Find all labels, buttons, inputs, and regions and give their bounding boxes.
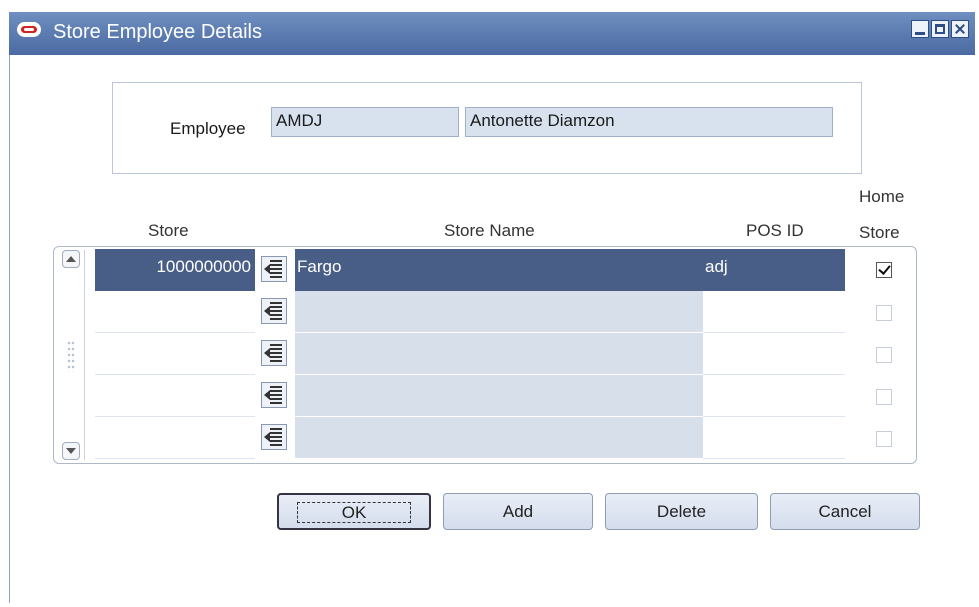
pos-id-cell[interactable] — [703, 375, 845, 417]
table-row[interactable] — [95, 291, 845, 333]
scroll-down-button[interactable] — [62, 442, 80, 460]
store-name-cell — [295, 333, 703, 375]
list-of-values-button[interactable] — [261, 340, 287, 366]
cancel-button[interactable]: Cancel — [770, 493, 920, 530]
home-store-checkbox[interactable] — [876, 347, 892, 363]
lov-list-icon — [270, 386, 282, 404]
window-title: Store Employee Details — [53, 21, 262, 43]
lov-list-icon — [270, 428, 282, 446]
employee-id-field: AMDJ — [271, 107, 459, 137]
list-of-values-button[interactable] — [261, 298, 287, 324]
lov-list-icon — [270, 302, 282, 320]
list-of-values-button[interactable] — [261, 424, 287, 450]
employee-label: Employee — [170, 119, 246, 138]
store-cell[interactable]: 1000000000 — [95, 249, 255, 291]
pos-id-cell[interactable] — [703, 333, 845, 375]
store-name-cell — [295, 417, 703, 459]
store-cell[interactable] — [95, 291, 255, 333]
add-button[interactable]: Add — [443, 493, 593, 530]
column-header-store-name: Store Name — [444, 221, 535, 240]
employee-name-field: Antonette Diamzon — [465, 107, 833, 137]
ok-button-label: OK — [296, 502, 412, 523]
store-name-cell — [295, 291, 703, 333]
table-row[interactable] — [95, 333, 845, 375]
delete-button[interactable]: Delete — [605, 493, 758, 530]
table-row[interactable] — [95, 417, 845, 459]
close-button[interactable] — [951, 20, 969, 38]
pos-id-cell[interactable] — [703, 291, 845, 333]
home-store-checkbox[interactable] — [876, 262, 892, 278]
column-header-pos-id: POS ID — [746, 221, 804, 240]
pos-id-cell[interactable]: adj — [703, 249, 845, 291]
home-store-checkbox[interactable] — [876, 305, 892, 321]
vertical-scrollbar[interactable] — [58, 250, 85, 460]
store-cell[interactable] — [95, 333, 255, 375]
store-cell[interactable] — [95, 375, 255, 417]
scroll-grip-icon[interactable] — [67, 340, 75, 372]
oracle-logo-icon — [17, 22, 41, 37]
arrow-up-icon — [66, 256, 76, 262]
arrow-down-icon — [66, 448, 76, 454]
store-cell[interactable] — [95, 417, 255, 459]
home-store-checkbox[interactable] — [876, 389, 892, 405]
list-of-values-button[interactable] — [261, 256, 287, 282]
list-of-values-button[interactable] — [261, 382, 287, 408]
ok-button[interactable]: OK — [277, 493, 431, 530]
table-row[interactable]: 1000000000 Fargo adj — [95, 249, 845, 291]
column-header-home-store-line1: Home — [859, 187, 905, 206]
minimize-button[interactable] — [911, 20, 929, 38]
column-header-store: Store — [148, 221, 189, 240]
table-row[interactable] — [95, 375, 845, 417]
lov-list-icon — [270, 260, 282, 278]
pos-id-cell[interactable] — [703, 417, 845, 459]
column-header-home-store-line2: Store — [859, 223, 900, 242]
store-name-cell: Fargo — [295, 249, 703, 291]
home-store-checkbox[interactable] — [876, 431, 892, 447]
maximize-button[interactable] — [931, 20, 949, 38]
store-name-cell — [295, 375, 703, 417]
lov-list-icon — [270, 344, 282, 362]
scroll-up-button[interactable] — [62, 250, 80, 268]
